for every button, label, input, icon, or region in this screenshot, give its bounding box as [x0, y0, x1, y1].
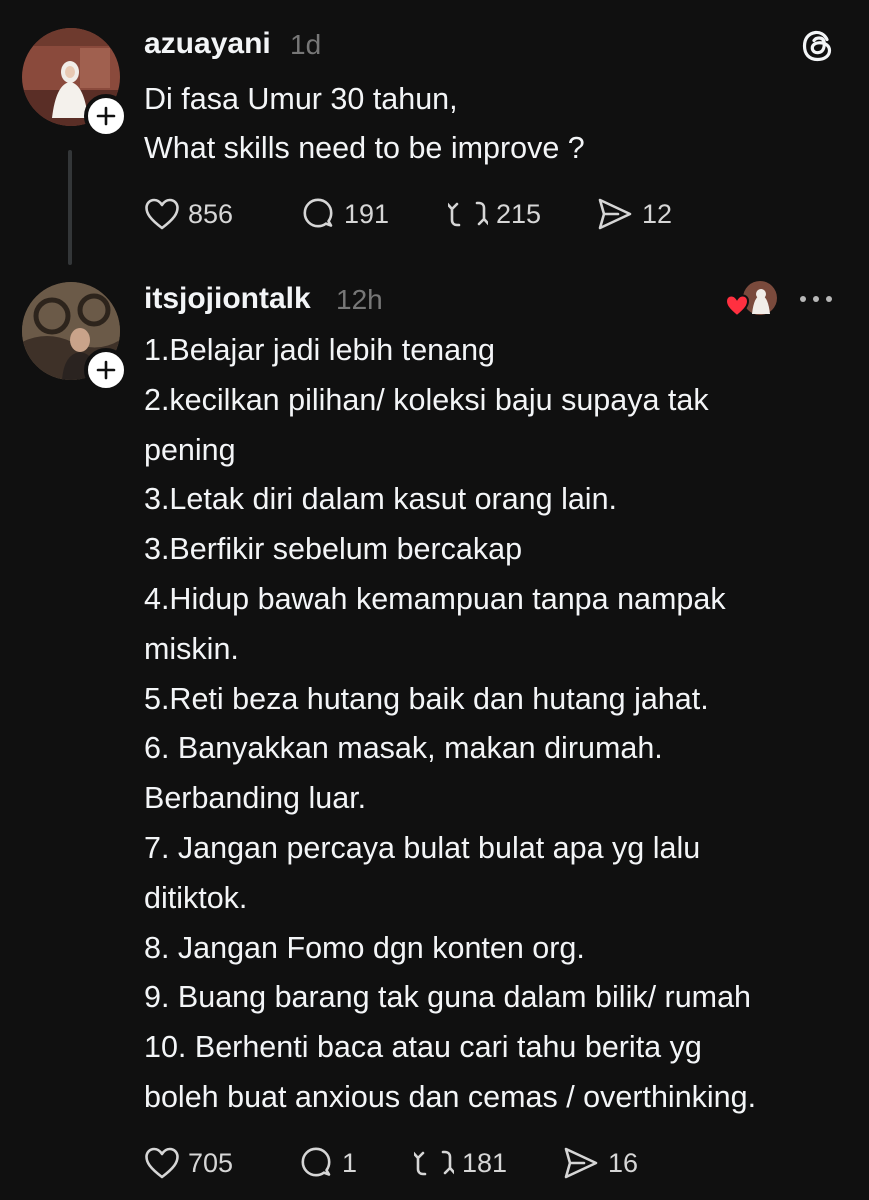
post-timestamp: 1d — [290, 29, 322, 60]
like-button[interactable]: 705 — [144, 1143, 233, 1183]
more-button[interactable] — [796, 288, 836, 310]
reply-button[interactable]: 191 — [300, 194, 389, 234]
reply-text-line: Berbanding luar. — [144, 781, 367, 816]
reply-icon — [303, 198, 333, 228]
reply-text-line: 2.kecilkan pilihan/ koleksi baju supaya … — [144, 382, 709, 417]
reply-text-line: 4.Hidup bawah kemampuan tanpa nampak — [144, 582, 726, 616]
repost-count: 215 — [496, 198, 542, 229]
repost-count: 181 — [462, 1147, 508, 1178]
share-button[interactable]: 12 — [596, 194, 672, 234]
repost-button[interactable]: 181 — [414, 1143, 507, 1183]
plus-icon — [96, 106, 116, 126]
reply-text-line: pening — [144, 432, 236, 467]
reply-text-line: 1.Belajar jadi lebih tenang — [144, 333, 496, 367]
like-count: 856 — [188, 198, 234, 229]
threads-logo-icon[interactable] — [798, 26, 838, 66]
like-button[interactable]: 856 — [144, 194, 233, 234]
heart-avatar-icon — [724, 280, 780, 320]
reply-text-line: 3.Berfikir sebelum bercakap — [144, 532, 523, 567]
repost-icon — [448, 201, 488, 227]
reply-count: 191 — [344, 198, 390, 229]
reply-icon — [301, 1147, 331, 1177]
reply-text-line: miskin. — [144, 631, 239, 666]
share-count: 16 — [608, 1147, 639, 1178]
reply-text-line: boleh buat anxious dan cemas / overthink… — [144, 1080, 757, 1114]
post-username[interactable]: azuayani — [144, 27, 271, 61]
post-text-line: What skills need to be improve ? — [144, 131, 585, 165]
reply-username[interactable]: itsjojiontalk — [144, 282, 311, 316]
repost-button[interactable]: 215 — [448, 194, 541, 234]
reply-count: 1 — [342, 1147, 358, 1178]
reply-timestamp: 12h — [336, 284, 383, 315]
reply-text-line: 6. Banyakkan masak, makan dirumah. — [144, 731, 663, 766]
reply-text-line: 7. Jangan percaya bulat bulat apa yg lal… — [144, 831, 701, 865]
plus-icon — [96, 360, 116, 380]
heart-icon — [145, 198, 179, 230]
share-count: 12 — [642, 198, 673, 229]
reply-text-line: 3.Letak diri dalam kasut orang lain. — [144, 482, 618, 517]
reply-button[interactable]: 1 — [298, 1143, 357, 1183]
reply-text-line: ditiktok. — [144, 880, 248, 915]
reply-text-line: 9. Buang barang tak guna dalam bilik/ ru… — [144, 980, 751, 1015]
share-icon — [564, 1147, 598, 1179]
heart-icon — [145, 1147, 179, 1179]
share-icon — [598, 198, 632, 230]
reply-text-line: 5.Reti beza hutang baik dan hutang jahat… — [144, 681, 709, 716]
post-text-line: Di fasa Umur 30 tahun, — [144, 82, 458, 116]
thread-connector-line — [68, 150, 72, 265]
repost-icon — [414, 1150, 454, 1176]
reply-text-line: 8. Jangan Fomo dgn konten org. — [144, 930, 585, 965]
follow-button[interactable] — [84, 94, 128, 138]
reply-text-line: 10. Berhenti baca atau cari tahu berita … — [144, 1030, 702, 1065]
like-count: 705 — [188, 1147, 234, 1178]
share-button[interactable]: 16 — [562, 1143, 638, 1183]
follow-button[interactable] — [84, 348, 128, 392]
